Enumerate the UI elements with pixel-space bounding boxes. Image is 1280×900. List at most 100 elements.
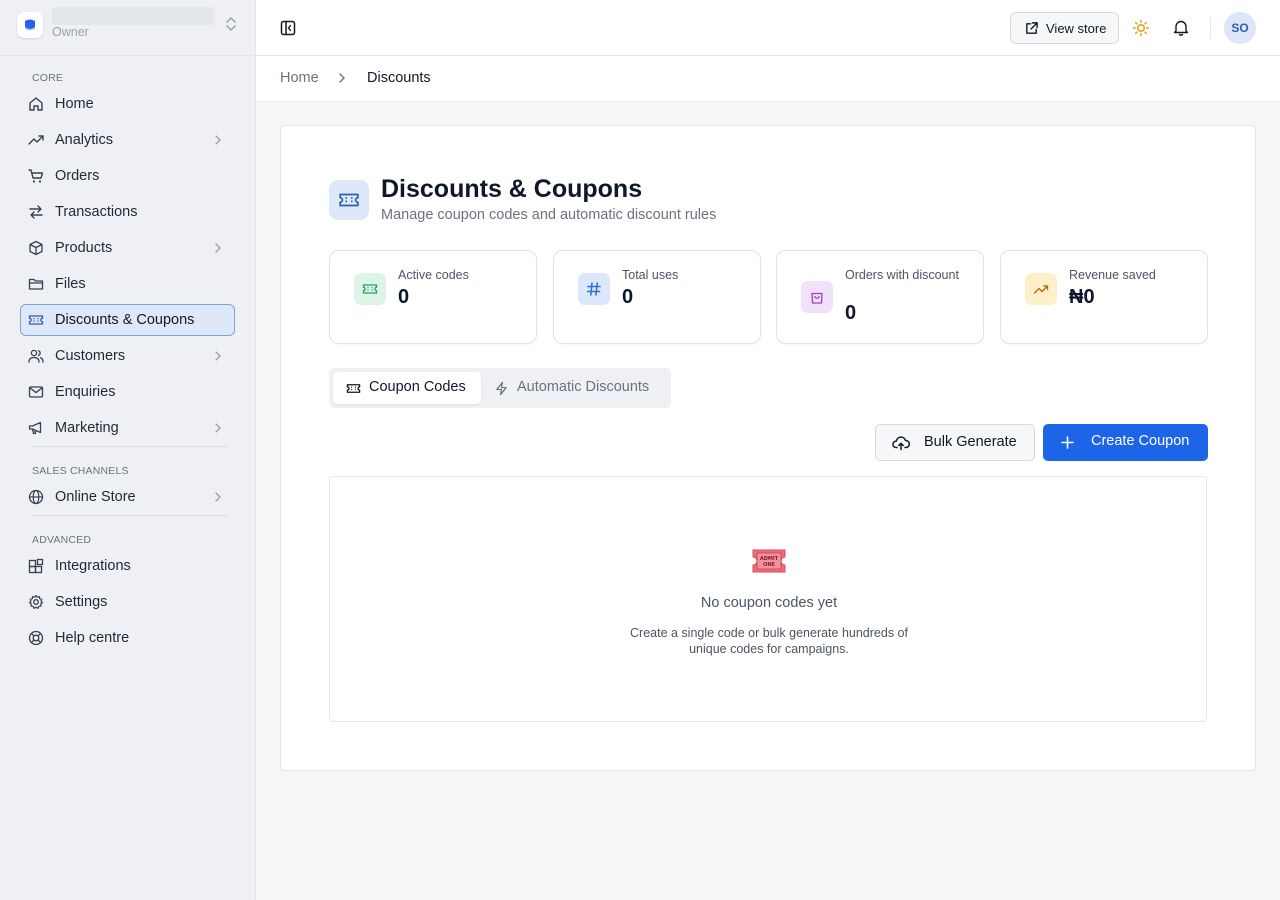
trending-up-icon (1033, 285, 1049, 294)
shopping-bag-icon (811, 292, 823, 304)
cart-icon (28, 169, 44, 183)
stat-icon-bg (578, 273, 610, 305)
view-store-label: View store (1046, 21, 1107, 36)
sidebar-item-label: Settings (55, 594, 108, 610)
stat-icon-bg (801, 281, 833, 313)
sidebar-item-label: Orders (55, 168, 100, 184)
sidebar-item-integrations[interactable]: Integrations (20, 550, 235, 582)
sidebar-item-orders[interactable]: Orders (20, 160, 235, 192)
cloud-upload-icon (892, 436, 910, 451)
bell-icon[interactable] (1173, 19, 1189, 36)
page-subtitle: Manage coupon codes and automatic discou… (381, 207, 717, 223)
sidebar-item-label: Files (55, 276, 86, 292)
sidebar-item-label: Marketing (55, 420, 119, 436)
page-title: Discounts & Coupons (381, 175, 643, 203)
chevron-right-icon (215, 135, 221, 145)
stat-card-orders-with-discount: Orders with discount 0 (776, 250, 984, 344)
sidebar-item-help-centre[interactable]: Help centre (20, 622, 235, 654)
plus-icon (1061, 436, 1074, 449)
external-link-icon (1026, 22, 1038, 34)
bulk-generate-label: Bulk Generate (924, 434, 1017, 450)
user-avatar[interactable]: SO (1224, 12, 1256, 44)
blocks-icon (28, 558, 44, 574)
empty-state: ADMIT ONE No coupon codes yet Create a s… (329, 476, 1207, 722)
sidebar-item-label: Help centre (55, 630, 130, 646)
chevron-right-icon (215, 492, 221, 502)
topbar-separator (1210, 17, 1211, 39)
stat-value: ₦0 (1069, 286, 1095, 308)
sidebar-item-home[interactable]: Home (20, 88, 235, 120)
ticket-icon (362, 284, 378, 294)
sidebar-item-label: Transactions (55, 204, 138, 220)
sidebar-item-label: Discounts & Coupons (55, 312, 195, 328)
sidebar-divider (32, 515, 227, 516)
sidebar-item-customers[interactable]: Customers (20, 340, 235, 372)
folder-icon (28, 278, 44, 290)
chevron-right-icon (339, 73, 345, 83)
sidebar-item-label: Customers (55, 348, 126, 364)
breadcrumb-current: Discounts (367, 70, 431, 86)
stat-icon-bg (1025, 273, 1057, 305)
breadcrumb-home-link[interactable]: Home (280, 70, 319, 86)
home-icon (29, 97, 43, 111)
sidebar-item-analytics[interactable]: Analytics (20, 124, 235, 156)
stat-label: Orders with discount (845, 268, 959, 282)
lifebuoy-icon (28, 630, 44, 646)
page-title-icon (329, 180, 369, 220)
stat-label: Active codes (398, 268, 469, 282)
sun-icon[interactable] (1132, 19, 1150, 37)
sidebar-item-transactions[interactable]: Transactions (20, 196, 235, 228)
sidebar-item-files[interactable]: Files (20, 268, 235, 300)
section-label-advanced: ADVANCED (32, 534, 92, 546)
empty-state-description: Create a single code or bulk generate hu… (630, 626, 908, 656)
ticket-icon (28, 315, 44, 325)
tab-automatic-discounts[interactable]: Automatic Discounts (481, 372, 667, 404)
stat-value: 0 (622, 286, 634, 308)
globe-icon (28, 489, 44, 505)
sidebar-item-label: Products (55, 240, 113, 256)
lightning-icon (496, 381, 507, 396)
sidebar-item-label: Enquiries (55, 384, 116, 400)
sidebar-item-products[interactable]: Products (20, 232, 235, 264)
stat-label: Revenue saved (1069, 268, 1156, 282)
stat-label: Total uses (622, 268, 679, 282)
view-store-button[interactable]: View store (1010, 12, 1119, 44)
stat-card-total-uses: Total uses 0 (553, 250, 761, 344)
sidebar-item-marketing[interactable]: Marketing (20, 412, 235, 444)
chevron-right-icon (215, 351, 221, 361)
sidebar-item-enquiries[interactable]: Enquiries (20, 376, 235, 408)
tab-coupon-codes[interactable]: Coupon Codes (333, 372, 481, 404)
create-coupon-label: Create Coupon (1091, 433, 1190, 449)
ticket-icon (339, 193, 359, 207)
ticket-icon (346, 384, 361, 393)
admit-one-ticket-icon: ADMIT ONE (752, 549, 786, 573)
stat-card-revenue-saved: Revenue saved ₦0 (1000, 250, 1208, 344)
users-icon (28, 349, 44, 363)
section-label-sales-channels: SALES CHANNELS (32, 465, 129, 477)
sidebar-item-label: Integrations (55, 558, 131, 574)
bulk-generate-button[interactable]: Bulk Generate (875, 424, 1035, 461)
store-role: Owner (52, 25, 89, 39)
sidebar-item-label: Analytics (55, 132, 114, 148)
create-coupon-button[interactable]: Create Coupon (1043, 424, 1208, 461)
store-switcher[interactable]: Owner (0, 0, 255, 56)
sidebar-item-label: Home (55, 96, 94, 112)
topbar: View store SO (256, 0, 1280, 56)
sidebar-item-online-store[interactable]: Online Store (20, 481, 235, 513)
sidebar-item-label: Online Store (55, 489, 136, 505)
svg-text:ONE: ONE (763, 562, 775, 568)
arrows-exchange-icon (29, 205, 43, 219)
empty-state-title: No coupon codes yet (700, 595, 838, 611)
trending-up-icon (28, 135, 44, 145)
sidebar-item-discounts[interactable]: Discounts & Coupons (20, 304, 235, 336)
tab-label: Coupon Codes (369, 379, 466, 395)
hash-icon (586, 282, 601, 296)
gear-icon (28, 594, 44, 609)
sidebar-toggle-icon[interactable] (280, 20, 296, 36)
stat-value: 0 (845, 302, 857, 324)
sidebar-item-settings[interactable]: Settings (20, 586, 235, 618)
mail-icon (28, 386, 44, 398)
chevron-right-icon (215, 243, 221, 253)
box-icon (29, 240, 43, 256)
stat-card-active-codes: Active codes 0 (329, 250, 537, 344)
